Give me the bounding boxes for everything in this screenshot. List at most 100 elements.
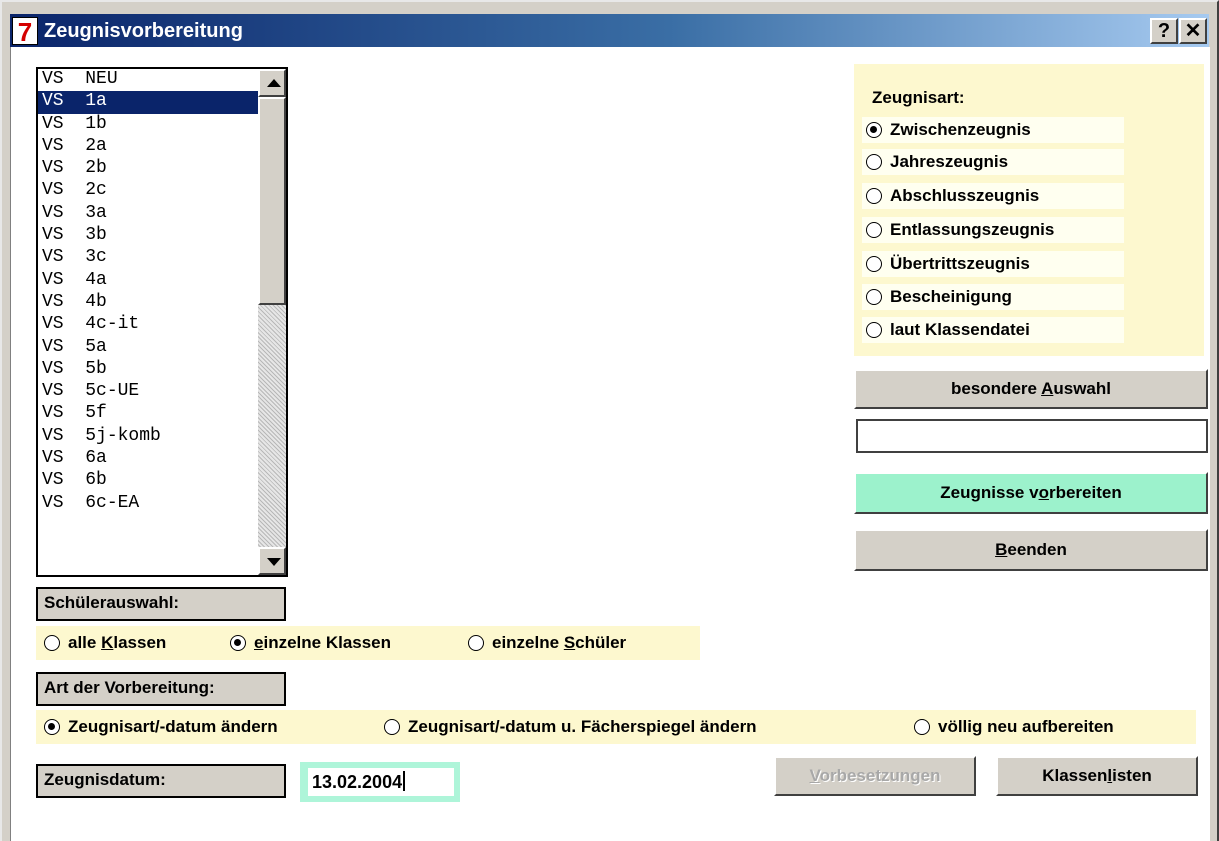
class-name: 3a: [85, 202, 107, 223]
schuelerauswahl-option[interactable]: einzelne Klassen: [230, 630, 460, 656]
besondere-auswahl-text: besondere Auswahl: [951, 379, 1111, 398]
class-name: 5a: [85, 336, 107, 357]
vorbereitung-option[interactable]: völlig neu aufbereiten: [914, 714, 1194, 740]
class-listbox[interactable]: VS NEU VS 1a VS 1b VS 2a VS 2b VS 2c VS 3a VS 3…: [36, 67, 288, 577]
class-list-item[interactable]: VS 5a: [38, 337, 258, 359]
vorbesetzungen-text: Vorbesetzungen: [809, 766, 941, 785]
class-prefix: VS: [42, 314, 64, 335]
class-list-item[interactable]: VS 4a: [38, 270, 258, 292]
class-prefix: VS: [42, 425, 64, 446]
class-list-item[interactable]: VS 5f: [38, 403, 258, 425]
radio-button-icon[interactable]: [230, 635, 246, 651]
class-list-item[interactable]: VS NEU: [38, 69, 258, 91]
vorbereitung-option-label: Zeugnisart/-datum u. Fächerspiegel änder…: [408, 717, 757, 736]
beenden-button[interactable]: Beenden: [854, 529, 1208, 571]
radio-button-icon[interactable]: [44, 635, 60, 651]
besondere-auswahl-button[interactable]: besondere Auswahl: [854, 369, 1208, 409]
class-prefix: VS: [42, 492, 64, 513]
text-caret: [403, 771, 406, 791]
klassenlisten-button[interactable]: Klassenlisten: [996, 756, 1198, 796]
zeugnisse-vorbereiten-button[interactable]: Zeugnisse vorbereiten: [854, 472, 1208, 514]
radio-button-icon[interactable]: [866, 289, 882, 305]
zeugnisart-option-label: Zwischenzeugnis: [890, 120, 1031, 139]
class-list-item[interactable]: VS 6a: [38, 448, 258, 470]
class-list-item[interactable]: VS 5j-komb: [38, 426, 258, 448]
zeugnisart-option[interactable]: Bescheinigung: [862, 284, 1124, 310]
class-prefix: VS: [42, 202, 64, 223]
zeugnisart-option[interactable]: laut Klassendatei: [862, 317, 1124, 343]
radio-button-icon[interactable]: [468, 635, 484, 651]
zeugnisart-option-label: Jahreszeugnis: [890, 152, 1009, 171]
class-name: 4c-it: [85, 314, 140, 335]
radio-button-icon[interactable]: [866, 122, 882, 138]
class-name: 5f: [85, 403, 107, 424]
schuelerauswahl-option-label: einzelne Klassen: [254, 633, 392, 652]
radio-button-icon[interactable]: [866, 322, 882, 338]
class-list-item[interactable]: VS 2b: [38, 158, 258, 180]
zeugnisart-option[interactable]: Abschlusszeugnis: [862, 183, 1124, 209]
klassenlisten-text: Klassenlisten: [1042, 766, 1152, 785]
class-list-item[interactable]: VS 2a: [38, 136, 258, 158]
class-list-item[interactable]: VS 1a: [38, 91, 258, 114]
class-list-item[interactable]: VS 2c: [38, 180, 258, 202]
class-list-item[interactable]: VS 3b: [38, 225, 258, 247]
auswahl-input[interactable]: [856, 419, 1208, 453]
class-prefix: VS: [42, 470, 64, 491]
class-list-rows: VS NEU VS 1a VS 1b VS 2a VS 2b VS 2c VS 3a VS 3…: [38, 69, 258, 575]
radio-button-icon[interactable]: [44, 719, 60, 735]
zeugnisart-option[interactable]: Übertrittszeugnis: [862, 251, 1124, 277]
beenden-text: Beenden: [995, 540, 1067, 559]
class-name: 5c-UE: [85, 381, 140, 402]
schuelerauswahl-option-label: alle Klassen: [68, 633, 167, 652]
class-prefix: VS: [42, 403, 64, 424]
zeugnisart-option[interactable]: Zwischenzeugnis: [862, 117, 1124, 143]
radio-button-icon[interactable]: [866, 188, 882, 204]
schuelerauswahl-option[interactable]: einzelne Schüler: [468, 630, 698, 656]
app-icon[interactable]: 7: [12, 17, 38, 46]
zeugnisart-option[interactable]: Jahreszeugnis: [862, 149, 1124, 175]
zeugnisdatum-label: Zeugnisdatum:: [36, 764, 286, 798]
vorbereitung-option[interactable]: Zeugnisart/-datum ändern: [44, 714, 324, 740]
radio-button-icon[interactable]: [866, 222, 882, 238]
zeugnisdatum-input[interactable]: 13.02.2004: [308, 768, 454, 796]
class-prefix: VS: [42, 247, 64, 268]
radio-button-icon[interactable]: [914, 719, 930, 735]
scrollbar-thumb[interactable]: [258, 97, 286, 305]
vorbereitung-label: Art der Vorbereitung:: [36, 672, 286, 706]
class-list-item[interactable]: VS 6b: [38, 470, 258, 492]
vorbereitung-option[interactable]: Zeugnisart/-datum u. Fächerspiegel änder…: [384, 714, 894, 740]
scroll-up-button[interactable]: [258, 69, 286, 97]
class-list-item[interactable]: VS 1b: [38, 114, 258, 136]
class-list-item[interactable]: VS 3c: [38, 247, 258, 269]
class-name: 3b: [85, 225, 107, 246]
class-prefix: VS: [42, 91, 64, 112]
class-prefix: VS: [42, 269, 64, 290]
zeugnisart-option-label: Bescheinigung: [890, 287, 1012, 306]
class-prefix: VS: [42, 225, 64, 246]
class-list-item[interactable]: VS 5b: [38, 359, 258, 381]
radio-button-icon[interactable]: [384, 719, 400, 735]
list-scrollbar[interactable]: [258, 69, 286, 575]
scroll-down-button[interactable]: [258, 547, 286, 575]
vorbesetzungen-button[interactable]: Vorbesetzungen: [774, 756, 976, 796]
radio-button-icon[interactable]: [866, 256, 882, 272]
class-name: 2b: [85, 158, 107, 179]
arrow-up-icon: [267, 79, 281, 87]
zeugnisart-option[interactable]: Entlassungszeugnis: [862, 217, 1124, 243]
class-list-item[interactable]: VS 6c-EA: [38, 493, 258, 515]
class-list-item[interactable]: VS 4b: [38, 292, 258, 314]
class-prefix: VS: [42, 69, 64, 89]
schuelerauswahl-label: Schülerauswahl:: [36, 587, 286, 621]
zeugnisse-vorbereiten-text: Zeugnisse vorbereiten: [940, 483, 1122, 502]
class-name: 2a: [85, 135, 107, 156]
class-list-item[interactable]: VS 4c-it: [38, 314, 258, 336]
help-button[interactable]: ?: [1150, 18, 1178, 44]
zeugnisart-option-label: Übertrittszeugnis: [890, 254, 1030, 273]
class-name: 6c-EA: [85, 492, 140, 513]
close-button[interactable]: ✕: [1179, 18, 1207, 44]
class-list-item[interactable]: VS 5c-UE: [38, 381, 258, 403]
radio-button-icon[interactable]: [866, 154, 882, 170]
zeugnisart-option-label: laut Klassendatei: [890, 320, 1030, 339]
class-list-item[interactable]: VS 3a: [38, 203, 258, 225]
class-prefix: VS: [42, 113, 64, 134]
